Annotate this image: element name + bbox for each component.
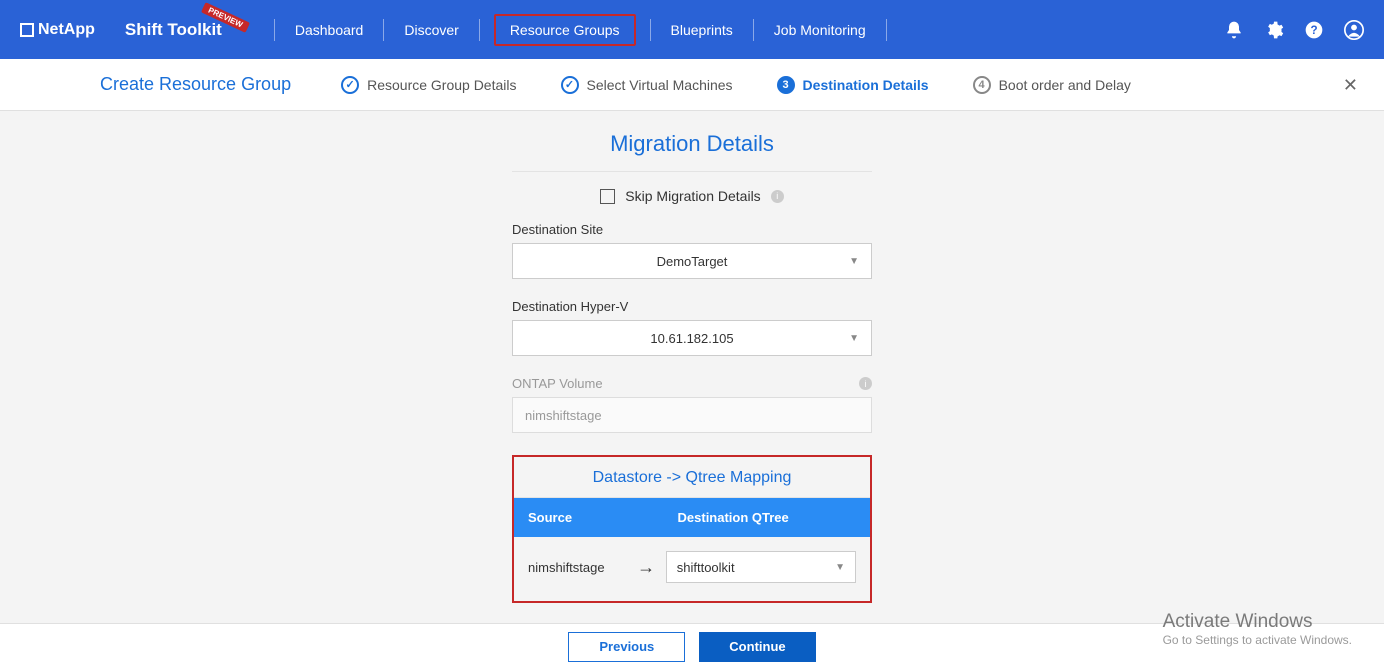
brand-block: NetApp	[20, 21, 95, 39]
product-name: Shift Toolkit PREVIEW	[125, 20, 222, 40]
arrow-right-icon: →	[626, 557, 665, 578]
user-icon[interactable]	[1344, 20, 1364, 40]
step-select-vms[interactable]: Select Virtual Machines	[561, 76, 733, 94]
top-navbar: NetApp Shift Toolkit PREVIEW Dashboard D…	[0, 0, 1384, 59]
mapping-header: Source Destination QTree	[514, 498, 870, 537]
nav-job-monitoring[interactable]: Job Monitoring	[768, 18, 872, 42]
nav-discover[interactable]: Discover	[398, 18, 464, 42]
wizard-content: Migration Details Skip Migration Details…	[0, 111, 1384, 603]
chevron-down-icon: ▼	[835, 562, 845, 573]
company-name: NetApp	[38, 21, 95, 39]
windows-watermark: Activate Windows Go to Settings to activ…	[1163, 611, 1352, 647]
col-destination: Destination QTree	[664, 498, 870, 537]
col-source: Source	[514, 498, 664, 537]
nav-resource-groups[interactable]: Resource Groups	[494, 14, 636, 46]
top-right-icons: ?	[1224, 20, 1364, 40]
step-boot-order[interactable]: 4Boot order and Delay	[973, 76, 1131, 94]
dest-hyperv-select[interactable]: 10.61.182.105 ▼	[512, 320, 872, 356]
mapping-row: nimshiftstage → shifttoolkit ▼	[514, 537, 870, 601]
skip-label: Skip Migration Details	[625, 188, 760, 204]
info-icon[interactable]: i	[771, 190, 784, 203]
skip-row: Skip Migration Details i	[512, 188, 872, 204]
dest-site-label: Destination Site	[512, 222, 872, 237]
mapping-source: nimshiftstage	[528, 560, 626, 575]
chevron-down-icon: ▼	[849, 256, 859, 267]
mapping-title: Datastore -> Qtree Mapping	[514, 457, 870, 498]
datastore-qtree-mapping: Datastore -> Qtree Mapping Source Destin…	[512, 455, 872, 603]
netapp-logo: NetApp	[20, 21, 95, 39]
main-nav: Dashboard Discover Resource Groups Bluep…	[260, 14, 901, 46]
ontap-volume-label: ONTAP Volume i	[512, 376, 872, 391]
dest-site-select[interactable]: DemoTarget ▼	[512, 243, 872, 279]
info-icon[interactable]: i	[859, 377, 872, 390]
panel-heading: Migration Details	[610, 131, 774, 157]
close-icon[interactable]: ✕	[1343, 75, 1358, 96]
chevron-down-icon: ▼	[849, 333, 859, 344]
nav-dashboard[interactable]: Dashboard	[289, 18, 370, 42]
destination-qtree-select[interactable]: shifttoolkit ▼	[666, 551, 856, 583]
bell-icon[interactable]	[1224, 20, 1244, 40]
continue-button[interactable]: Continue	[699, 632, 815, 662]
ontap-volume-field: nimshiftstage	[512, 397, 872, 433]
nav-blueprints[interactable]: Blueprints	[665, 18, 739, 42]
help-icon[interactable]: ?	[1304, 20, 1324, 40]
skip-checkbox[interactable]	[600, 189, 615, 204]
previous-button[interactable]: Previous	[568, 632, 685, 662]
svg-text:?: ?	[1310, 24, 1317, 37]
step-destination-details[interactable]: 3Destination Details	[777, 76, 929, 94]
migration-form: Skip Migration Details i Destination Sit…	[512, 171, 872, 603]
dest-hyperv-label: Destination Hyper-V	[512, 299, 872, 314]
wizard-step-bar: Create Resource Group Resource Group Det…	[0, 59, 1384, 111]
wizard-title: Create Resource Group	[100, 74, 291, 95]
step-resource-group-details[interactable]: Resource Group Details	[341, 76, 516, 94]
gear-icon[interactable]	[1264, 20, 1284, 40]
